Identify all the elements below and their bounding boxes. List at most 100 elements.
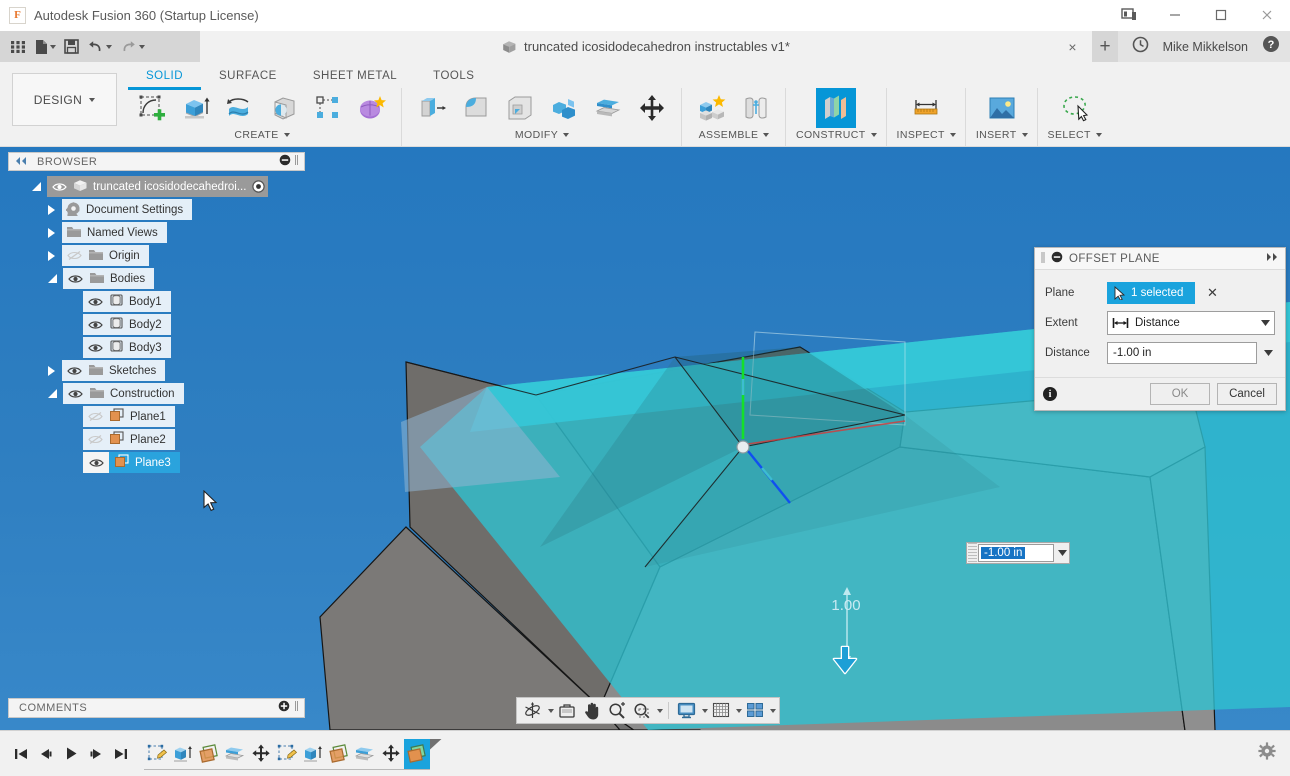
tree-item-body3[interactable]: Body3 — [83, 337, 171, 358]
tree-node-sketches[interactable]: Sketches — [8, 360, 305, 381]
timeline-settings-gear-icon[interactable] — [1258, 742, 1276, 765]
redo-button[interactable] — [117, 34, 148, 60]
tab-surface[interactable]: SURFACE — [201, 67, 295, 90]
new-file-button[interactable] — [31, 34, 59, 60]
timeline-item-move-1[interactable] — [248, 739, 274, 769]
collapse-arrow-icon[interactable] — [48, 228, 55, 238]
info-icon[interactable]: i — [1043, 387, 1057, 401]
tree-node-plane1[interactable]: Plane1 — [8, 406, 305, 427]
form-icon[interactable] — [352, 88, 392, 128]
chevron-down-icon[interactable] — [657, 709, 663, 713]
visibility-eye-icon[interactable] — [87, 295, 104, 308]
tab-sheet-metal[interactable]: SHEET METAL — [295, 67, 415, 90]
viewports-icon[interactable] — [743, 699, 767, 722]
tree-item-body2[interactable]: Body2 — [83, 314, 171, 335]
chevron-down-icon[interactable] — [1261, 317, 1270, 329]
tree-item-plane3[interactable]: Plane3 — [83, 452, 180, 473]
restore-layout-button[interactable] — [1106, 0, 1152, 31]
chevron-down-icon[interactable] — [702, 709, 708, 713]
split-face-icon[interactable] — [588, 88, 628, 128]
ribbon-group-label-select[interactable]: SELECT — [1048, 129, 1102, 141]
sketch-create-icon[interactable] — [132, 88, 172, 128]
pattern-icon[interactable] — [308, 88, 348, 128]
new-tab-button[interactable]: + — [1092, 31, 1118, 62]
fillet-icon[interactable] — [456, 88, 496, 128]
ribbon-group-label-construct[interactable]: CONSTRUCT — [796, 129, 877, 141]
offset-plane-dialog[interactable]: OFFSET PLANE Plane 1 selected ✕ Extent — [1034, 247, 1286, 411]
joint-icon[interactable] — [736, 88, 776, 128]
visibility-eye-icon[interactable] — [67, 387, 84, 400]
sweep-icon[interactable] — [264, 88, 304, 128]
zoom-magnifier-icon[interactable] — [605, 699, 629, 722]
visibility-eye-icon[interactable] — [67, 272, 84, 285]
visibility-eye-icon[interactable] — [83, 452, 109, 473]
combine-icon[interactable] — [544, 88, 584, 128]
timeline-item-split-1[interactable] — [222, 739, 248, 769]
dialog-grip-icon[interactable] — [1041, 250, 1045, 268]
chevron-down-icon[interactable] — [770, 709, 776, 713]
visibility-eye-icon[interactable] — [51, 180, 68, 193]
offset-plane-icon[interactable] — [816, 88, 856, 128]
collapse-arrow-icon[interactable] — [48, 205, 55, 215]
comments-panel[interactable]: COMMENTS — [8, 698, 305, 718]
maximize-button[interactable] — [1198, 0, 1244, 31]
visibility-eye-icon[interactable] — [66, 364, 83, 377]
jump-end-icon[interactable] — [110, 742, 132, 766]
expand-arrow-icon[interactable] — [48, 274, 57, 283]
double-chevron-right-icon[interactable] — [1265, 252, 1279, 265]
tree-node-document-settings[interactable]: Document Settings — [8, 199, 305, 220]
orbit-icon[interactable] — [520, 699, 545, 722]
tree-item-root[interactable]: truncated icosidodecahedroi... — [47, 176, 268, 197]
tree-item-named-views[interactable]: Named Views — [62, 222, 167, 243]
tree-item-construction[interactable]: Construction — [63, 383, 184, 404]
tree-node-origin[interactable]: Origin — [8, 245, 305, 266]
chevron-down-icon[interactable] — [736, 709, 742, 713]
panel-grip-icon[interactable] — [294, 699, 299, 717]
timeline-item-plane-2[interactable] — [326, 739, 352, 769]
timeline-item-sketch-1[interactable] — [144, 739, 170, 769]
collapse-browser-icon[interactable] — [14, 153, 28, 171]
timeline-item-extrude-1[interactable] — [170, 739, 196, 769]
tree-item-sketches[interactable]: Sketches — [62, 360, 165, 381]
activate-radio-icon[interactable] — [252, 180, 265, 196]
drag-grip-icon[interactable] — [968, 543, 977, 563]
workspace-selector[interactable]: DESIGN — [12, 73, 117, 126]
visibility-eye-icon[interactable] — [87, 341, 104, 354]
tree-node-root[interactable]: truncated icosidodecahedroi... — [8, 176, 305, 197]
clear-selection-button[interactable]: ✕ — [1205, 285, 1219, 301]
minus-circle-icon[interactable] — [1051, 250, 1063, 268]
distance-input[interactable]: -1.00 in — [1107, 342, 1257, 364]
job-history-icon[interactable] — [1132, 36, 1149, 58]
timeline-item-split-2[interactable] — [352, 739, 378, 769]
step-back-icon[interactable] — [35, 742, 57, 766]
expand-arrow-icon[interactable] — [32, 182, 41, 191]
ribbon-group-label-insert[interactable]: INSERT — [976, 129, 1028, 141]
user-name[interactable]: Mike Mikkelson — [1163, 40, 1248, 54]
chevron-down-icon[interactable] — [1055, 550, 1069, 556]
dialog-title-bar[interactable]: OFFSET PLANE — [1035, 248, 1285, 270]
step-forward-icon[interactable] — [85, 742, 107, 766]
plus-circle-icon[interactable] — [278, 699, 290, 717]
app-grid-button[interactable] — [7, 34, 29, 60]
extent-dropdown[interactable]: Distance — [1107, 311, 1275, 335]
new-component-icon[interactable] — [692, 88, 732, 128]
tree-node-named-views[interactable]: Named Views — [8, 222, 305, 243]
chevron-down-icon[interactable] — [106, 45, 112, 49]
extrude-icon[interactable] — [176, 88, 216, 128]
timeline-item-plane-active[interactable] — [404, 739, 430, 769]
tree-node-body1[interactable]: Body1 — [8, 291, 305, 312]
cancel-button[interactable]: Cancel — [1217, 383, 1277, 405]
tree-node-body2[interactable]: Body2 — [8, 314, 305, 335]
collapse-arrow-icon[interactable] — [48, 366, 55, 376]
tree-node-construction[interactable]: Construction — [8, 383, 305, 404]
save-button[interactable] — [61, 34, 82, 60]
move-copy-icon[interactable] — [632, 88, 672, 128]
chevron-down-icon[interactable] — [548, 709, 554, 713]
pan-hand-icon[interactable] — [580, 699, 604, 722]
insert-image-icon[interactable] — [982, 88, 1022, 128]
help-question-icon[interactable]: ? — [1262, 35, 1280, 58]
collapse-arrow-icon[interactable] — [48, 251, 55, 261]
visibility-eye-hidden-icon[interactable] — [87, 433, 104, 446]
chevron-down-icon[interactable] — [1261, 350, 1275, 356]
display-settings-icon[interactable] — [674, 699, 699, 722]
